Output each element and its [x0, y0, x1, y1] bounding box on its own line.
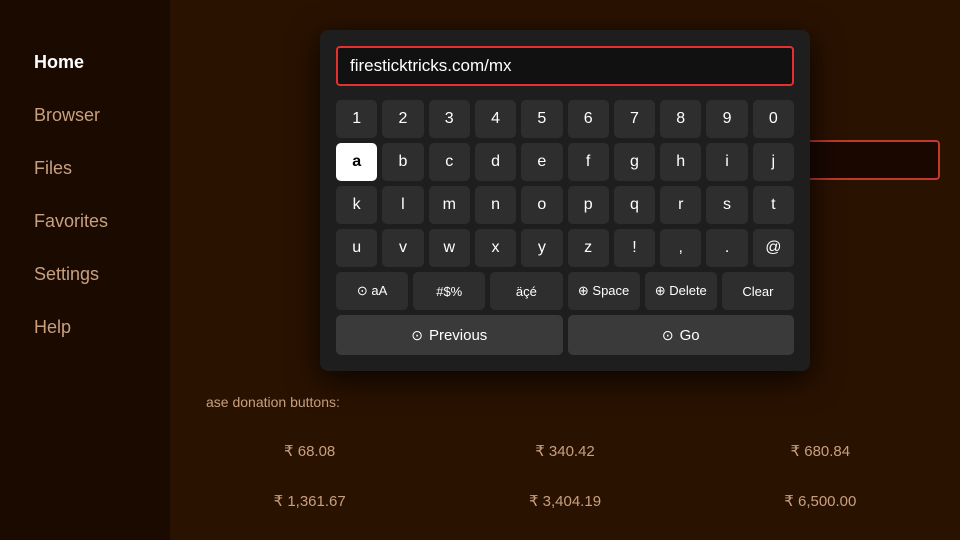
- key-f[interactable]: f: [568, 143, 609, 181]
- price-cell: ₹ 68.08: [190, 432, 429, 470]
- key-accents[interactable]: äçé: [490, 272, 562, 310]
- key-capslock[interactable]: ⊙ aA: [336, 272, 408, 310]
- price-cell: ₹ 340.42: [445, 432, 684, 470]
- key-k[interactable]: k: [336, 186, 377, 224]
- key-u[interactable]: u: [336, 229, 377, 267]
- key-b[interactable]: b: [382, 143, 423, 181]
- keyboard-row-1: a b c d e f g h i j: [336, 143, 794, 181]
- sidebar-item-files[interactable]: Files: [20, 146, 150, 191]
- key-r[interactable]: r: [660, 186, 701, 224]
- key-at[interactable]: @: [753, 229, 794, 267]
- key-s[interactable]: s: [706, 186, 747, 224]
- key-d[interactable]: d: [475, 143, 516, 181]
- sidebar-item-help[interactable]: Help: [20, 305, 150, 350]
- key-x[interactable]: x: [475, 229, 516, 267]
- key-3[interactable]: 3: [429, 100, 470, 138]
- go-label: Go: [680, 327, 700, 344]
- main-content: ase donation buttons: ₹ 68.08 ₹ 340.42 ₹…: [170, 0, 960, 540]
- key-m[interactable]: m: [429, 186, 470, 224]
- keyboard-row-2: k l m n o p q r s t: [336, 186, 794, 224]
- key-j[interactable]: j: [753, 143, 794, 181]
- donation-text: ase donation buttons:: [190, 384, 940, 420]
- key-n[interactable]: n: [475, 186, 516, 224]
- key-5[interactable]: 5: [521, 100, 562, 138]
- key-4[interactable]: 4: [475, 100, 516, 138]
- keyboard-row-3: u v w x y z ! , . @: [336, 229, 794, 267]
- keyboard-special-row: ⊙ aA #$% äçé ⊕ Space ⊕ Delete Clear: [336, 272, 794, 310]
- key-e[interactable]: e: [521, 143, 562, 181]
- key-z[interactable]: z: [568, 229, 609, 267]
- price-cell: ₹ 3,404.19: [445, 482, 684, 520]
- key-g[interactable]: g: [614, 143, 655, 181]
- price-row-2: ₹ 1,361.67 ₹ 3,404.19 ₹ 6,500.00: [190, 482, 940, 520]
- key-l[interactable]: l: [382, 186, 423, 224]
- url-input-container[interactable]: firesticktricks.com/mx: [336, 46, 794, 86]
- price-cell: ₹ 6,500.00: [701, 482, 940, 520]
- key-w[interactable]: w: [429, 229, 470, 267]
- key-i[interactable]: i: [706, 143, 747, 181]
- key-a[interactable]: a: [336, 143, 377, 181]
- key-p[interactable]: p: [568, 186, 609, 224]
- sidebar-item-browser[interactable]: Browser: [20, 93, 150, 138]
- key-o[interactable]: o: [521, 186, 562, 224]
- price-cell: ₹ 1,361.67: [190, 482, 429, 520]
- key-comma[interactable]: ,: [660, 229, 701, 267]
- price-row-1: ₹ 68.08 ₹ 340.42 ₹ 680.84: [190, 432, 940, 470]
- key-6[interactable]: 6: [568, 100, 609, 138]
- key-delete[interactable]: ⊕ Delete: [645, 272, 717, 310]
- key-t[interactable]: t: [753, 186, 794, 224]
- key-exclaim[interactable]: !: [614, 229, 655, 267]
- key-1[interactable]: 1: [336, 100, 377, 138]
- key-8[interactable]: 8: [660, 100, 701, 138]
- url-input-text: firesticktricks.com/mx: [350, 56, 512, 75]
- key-7[interactable]: 7: [614, 100, 655, 138]
- key-c[interactable]: c: [429, 143, 470, 181]
- key-space[interactable]: ⊕ Space: [568, 272, 640, 310]
- key-symbols[interactable]: #$%: [413, 272, 485, 310]
- key-y[interactable]: y: [521, 229, 562, 267]
- sidebar-item-home[interactable]: Home: [20, 40, 150, 85]
- key-h[interactable]: h: [660, 143, 701, 181]
- key-period[interactable]: .: [706, 229, 747, 267]
- previous-icon: ⊙: [411, 327, 423, 344]
- keyboard-overlay: firesticktricks.com/mx 1 2 3 4 5 6 7 8 9…: [320, 30, 810, 371]
- keyboard-nav-row: ⊙ Previous ⊙ Go: [336, 315, 794, 355]
- key-9[interactable]: 9: [706, 100, 747, 138]
- go-button[interactable]: ⊙ Go: [568, 315, 795, 355]
- key-v[interactable]: v: [382, 229, 423, 267]
- sidebar: Home Browser Files Favorites Settings He…: [0, 0, 170, 540]
- sidebar-item-settings[interactable]: Settings: [20, 252, 150, 297]
- key-2[interactable]: 2: [382, 100, 423, 138]
- keyboard-number-row: 1 2 3 4 5 6 7 8 9 0: [336, 100, 794, 138]
- previous-label: Previous: [429, 327, 487, 344]
- key-0[interactable]: 0: [753, 100, 794, 138]
- key-clear[interactable]: Clear: [722, 272, 794, 310]
- key-q[interactable]: q: [614, 186, 655, 224]
- sidebar-item-favorites[interactable]: Favorites: [20, 199, 150, 244]
- previous-button[interactable]: ⊙ Previous: [336, 315, 563, 355]
- price-cell: ₹ 680.84: [701, 432, 940, 470]
- go-icon: ⊙: [662, 327, 674, 344]
